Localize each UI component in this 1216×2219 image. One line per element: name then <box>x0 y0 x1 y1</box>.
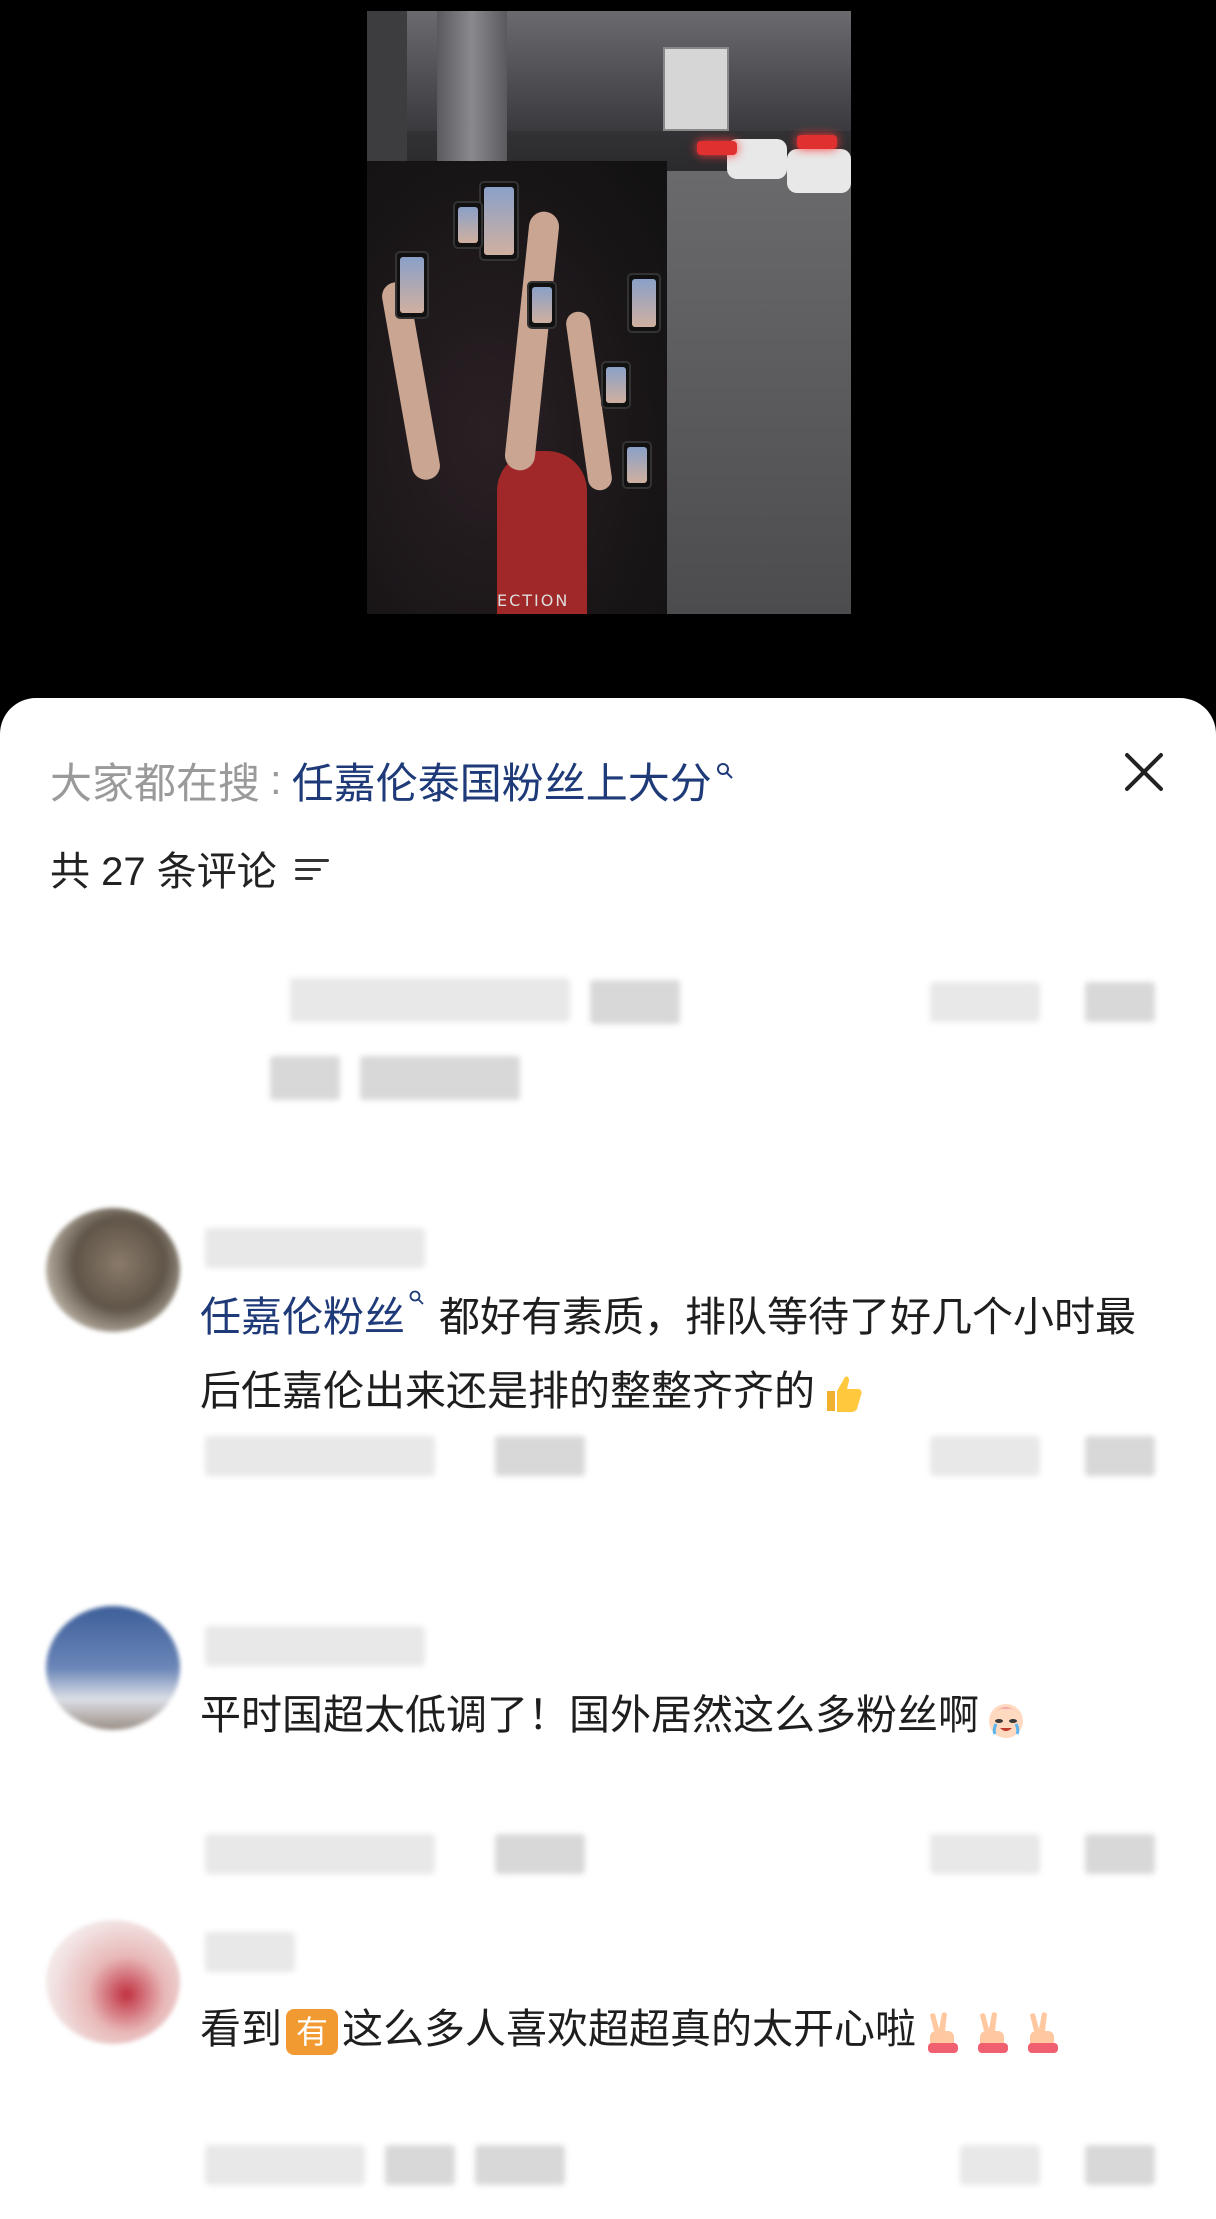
like-count-blurred[interactable] <box>960 2145 1040 2185</box>
video-phone <box>601 361 631 409</box>
username-blurred[interactable] <box>205 1626 425 1666</box>
comment-count: 共 27 条评论 <box>50 850 277 894</box>
topic-link[interactable]: 任嘉伦粉丝 <box>200 1294 405 1340</box>
comment-text: 平时国超太低调了！国外居然这么多粉丝啊 <box>200 1678 1160 1752</box>
video-light <box>697 141 737 155</box>
video-light <box>797 135 837 149</box>
username-blurred[interactable] <box>205 1228 425 1268</box>
comment-meta-blurred <box>495 1436 585 1476</box>
crying-laughing-baby-icon <box>989 1704 1023 1739</box>
video-player[interactable]: ECTION <box>367 11 851 614</box>
reply-blurred[interactable] <box>1085 1436 1155 1476</box>
comment-text: 看到有这么多人喜欢超超真的太开心啦 <box>200 1992 1160 2066</box>
blurred-text <box>590 980 680 1024</box>
search-prefix: 大家都在搜 <box>50 759 261 807</box>
comment-text: 任嘉伦粉丝 都好有素质，排队等待了好几个小时最后任嘉伦出来还是排的整整齐齐的 <box>200 1280 1160 1428</box>
comment-meta-blurred <box>385 2145 455 2185</box>
comments-header: 共 27 条评论 <box>50 838 331 898</box>
blurred-text <box>1085 982 1155 1022</box>
like-count-blurred[interactable] <box>930 1834 1040 1874</box>
avatar[interactable] <box>46 1920 180 2044</box>
comment-body: 平时国超太低调了！国外居然这么多粉丝啊 <box>200 1692 979 1738</box>
victory-hand-icon <box>978 2012 1008 2054</box>
comment-panel: 大家都在搜 : 任嘉伦泰国粉丝上大分 共 27 条评论 任嘉伦粉丝 都好有素质，排… <box>0 698 1216 2219</box>
comment-meta-blurred <box>475 2145 565 2185</box>
search-icon <box>716 763 733 779</box>
comment-meta-blurred <box>205 1834 435 1874</box>
video-overlay-text: ECTION <box>497 591 570 610</box>
video-phone <box>527 281 557 329</box>
video-car <box>787 149 851 193</box>
blurred-text <box>360 1056 520 1100</box>
blurred-text <box>270 1056 340 1100</box>
search-separator: : <box>270 756 282 803</box>
victory-hand-icon <box>928 2012 958 2054</box>
close-icon[interactable] <box>1114 742 1174 802</box>
comment-meta-blurred <box>205 2145 365 2185</box>
comment-meta-blurred <box>205 1436 435 1476</box>
avatar[interactable] <box>46 1208 180 1332</box>
search-suggestion[interactable]: 大家都在搜 : 任嘉伦泰国粉丝上大分 <box>50 750 734 810</box>
sort-icon[interactable] <box>294 853 331 883</box>
comment-body-prefix: 看到 <box>200 2006 282 2052</box>
blurred-text <box>930 982 1040 1022</box>
like-count-blurred[interactable] <box>930 1436 1040 1476</box>
reply-blurred[interactable] <box>1085 2145 1155 2185</box>
you-badge: 有 <box>286 2009 338 2056</box>
search-icon <box>409 1290 424 1305</box>
video-phone <box>453 201 483 249</box>
video-phone <box>395 251 429 319</box>
comment-meta-blurred <box>495 1834 585 1874</box>
username-blurred[interactable] <box>205 1932 295 1972</box>
thumbs-up-icon <box>827 1376 862 1413</box>
video-phone <box>622 441 652 489</box>
video-person <box>497 451 587 614</box>
search-keyword-link[interactable]: 任嘉伦泰国粉丝上大分 <box>292 750 712 811</box>
avatar[interactable] <box>46 1606 180 1730</box>
video-phone <box>479 181 519 261</box>
video-phone <box>627 273 661 333</box>
blurred-text <box>290 978 570 1022</box>
comment-body: 这么多人喜欢超超真的太开心啦 <box>342 2006 916 2052</box>
reply-blurred[interactable] <box>1085 1834 1155 1874</box>
video-sign <box>663 47 729 131</box>
victory-hand-icon <box>1028 2012 1058 2054</box>
